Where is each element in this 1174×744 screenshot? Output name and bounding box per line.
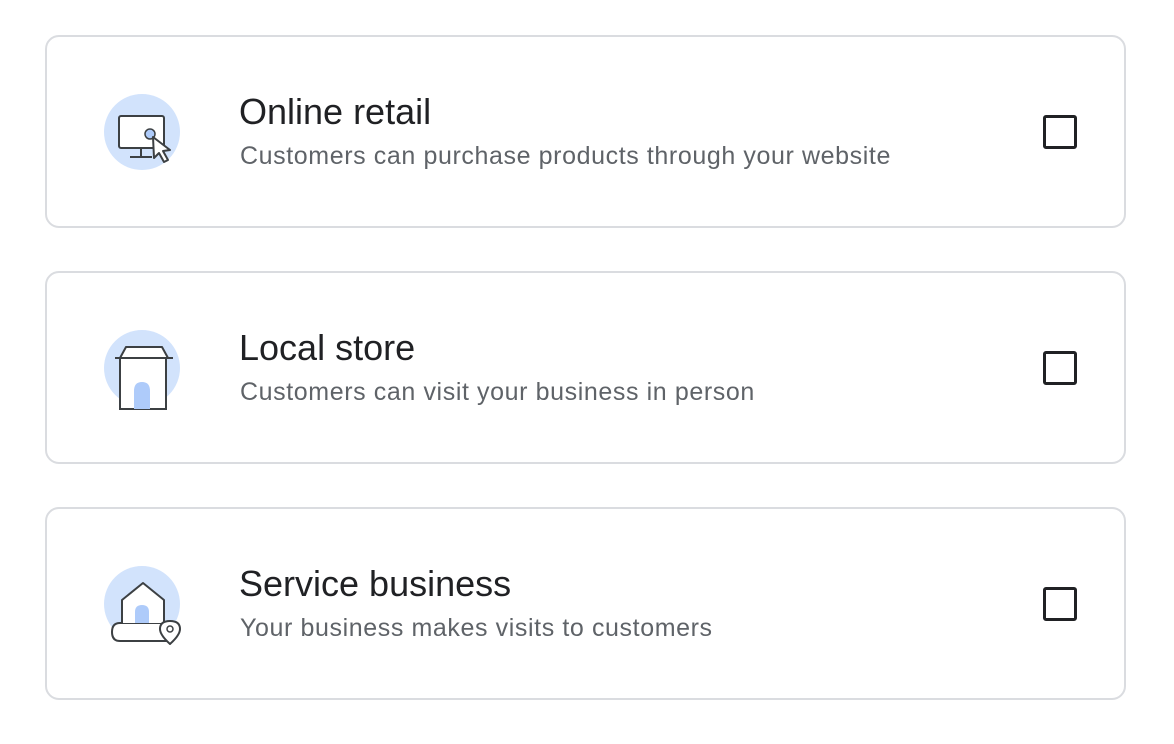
- option-card-local-store[interactable]: Local store Customers can visit your bus…: [45, 271, 1126, 464]
- service-business-checkbox[interactable]: [1043, 587, 1077, 621]
- option-title: Online retail: [239, 91, 432, 132]
- business-type-options: Online retail Customers can purchase pro…: [0, 0, 1174, 744]
- local-store-checkbox[interactable]: [1043, 351, 1077, 385]
- option-description: Your business makes visits to customers: [240, 614, 713, 642]
- service-business-house-icon: [104, 566, 184, 646]
- online-retail-monitor-icon: [104, 94, 184, 174]
- option-title: Service business: [239, 563, 512, 604]
- option-description: Customers can visit your business in per…: [240, 378, 755, 406]
- option-card-service-business[interactable]: Service business Your business makes vis…: [45, 507, 1126, 700]
- option-description: Customers can purchase products through …: [240, 142, 891, 170]
- local-store-icon: [104, 330, 184, 410]
- option-title: Local store: [239, 327, 416, 368]
- online-retail-checkbox[interactable]: [1043, 115, 1077, 149]
- option-card-online-retail[interactable]: Online retail Customers can purchase pro…: [45, 35, 1126, 228]
